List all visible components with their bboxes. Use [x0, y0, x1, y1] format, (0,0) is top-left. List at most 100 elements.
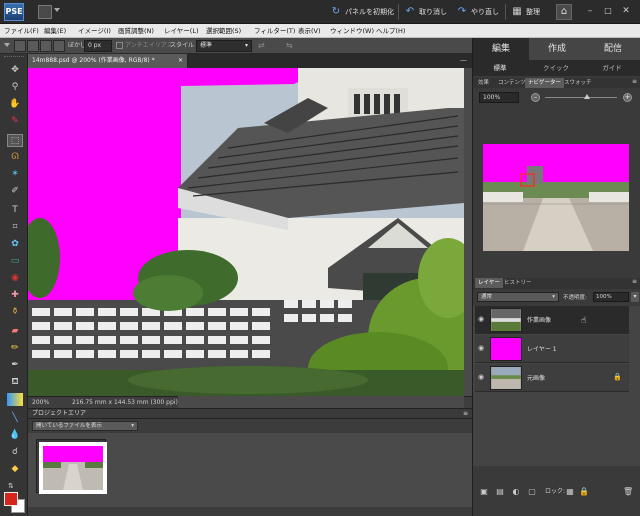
tab-history[interactable]: ヒストリー [501, 278, 535, 288]
doc-minimize-icon[interactable]: — [460, 56, 470, 66]
blur-tool-icon[interactable]: 💧 [7, 429, 23, 442]
red-eye-tool-icon[interactable]: ◉ [7, 272, 23, 285]
panel-menu-icon[interactable]: ≡ [463, 409, 468, 419]
menu-layer[interactable]: レイヤー(L) [164, 24, 199, 38]
lock-transparency-icon[interactable]: ▦ [565, 487, 575, 497]
crop-tool-icon[interactable]: ⌗ [7, 221, 23, 234]
layer-row-1[interactable]: ◉ レイヤー 1 [475, 335, 629, 363]
smudge-tool-icon[interactable]: ◆ [7, 463, 23, 476]
new-group-icon[interactable]: ▤ [495, 487, 505, 497]
panel-menu-icon[interactable]: ≡ [632, 78, 637, 85]
zoom-out-icon[interactable]: – [531, 93, 540, 102]
new-layer-icon[interactable]: ▣ [479, 487, 489, 497]
blend-mode-select[interactable]: 通常 ▾ [477, 292, 559, 302]
menu-help[interactable]: ヘルプ(H) [376, 24, 405, 38]
new-selection-icon[interactable] [14, 40, 26, 52]
home-icon[interactable]: ⌂ [556, 4, 572, 20]
style-select[interactable]: 標準 ▾ [196, 40, 252, 52]
marquee-tool-icon[interactable]: ⬚ [7, 134, 23, 147]
straighten-tool-icon[interactable]: ▭ [7, 255, 23, 268]
layer-row-original[interactable]: ◉ 元画像 🔒 [475, 364, 629, 392]
navigator-zoom-input[interactable]: 100% [479, 92, 519, 103]
tab-guided-edit[interactable]: ガイド [585, 61, 639, 75]
workspace-switcher-icon[interactable] [38, 5, 52, 19]
tab-content[interactable]: コンテンツ [495, 78, 529, 88]
adjustment-layer-icon[interactable]: ◐ [511, 487, 521, 497]
trash-icon[interactable]: 🗑 [623, 487, 633, 497]
slider-thumb[interactable] [584, 94, 590, 99]
organize-button[interactable]: ▦ 整理 [511, 4, 540, 20]
visibility-eye-icon[interactable]: ◉ [478, 344, 486, 352]
navigator-preview[interactable] [483, 144, 629, 251]
intersect-selection-icon[interactable] [53, 40, 65, 52]
tab-share[interactable]: 配信 [585, 38, 640, 60]
project-thumbnail[interactable] [36, 439, 107, 494]
layer-mask-icon[interactable]: ▢ [527, 487, 537, 497]
shape-tool-icon[interactable]: ╲ [7, 412, 23, 425]
menu-edit[interactable]: 編集(E) [44, 24, 66, 38]
tab-quick-fix[interactable]: クイック [529, 61, 583, 75]
document-canvas[interactable] [28, 68, 464, 396]
tab-swatches[interactable]: スウォッチ [561, 78, 595, 88]
horizontal-scrollbar[interactable] [178, 396, 464, 408]
swap-icon[interactable]: ⇆ [286, 41, 296, 51]
navigator-zoom-slider[interactable] [545, 97, 617, 98]
menu-filter[interactable]: フィルター(T) [254, 24, 295, 38]
swap-colors-icon[interactable]: ⇅ [8, 482, 16, 490]
type-tool-icon[interactable]: T [7, 204, 23, 217]
gradient-tool-icon[interactable] [7, 393, 23, 406]
menu-window[interactable]: ウィンドウ(W) [330, 24, 374, 38]
tab-effects[interactable]: 効果 [475, 78, 492, 88]
menu-file[interactable]: ファイル(F) [4, 24, 39, 38]
zoom-level[interactable]: 200% [32, 397, 49, 408]
sponge-tool-icon[interactable]: ☌ [7, 446, 23, 459]
maximize-icon[interactable]: □ [602, 5, 614, 17]
undo-button[interactable]: ↶ 取り消し [404, 4, 447, 20]
clone-stamp-tool-icon[interactable]: ⚱ [7, 306, 23, 319]
project-filter-select[interactable]: 開いているファイルを表示 ▾ [32, 421, 138, 431]
hand-tool-icon[interactable]: ✋ [7, 98, 23, 111]
antialias-checkbox[interactable] [116, 42, 123, 49]
close-tab-icon[interactable]: ✕ [178, 54, 183, 68]
layer-row-work[interactable]: ◉ 作業画像 ☝ [475, 306, 629, 334]
chevron-down-icon[interactable]: ▾ [631, 292, 639, 302]
menu-select[interactable]: 選択範囲(S) [206, 24, 241, 38]
add-selection-icon[interactable] [27, 40, 39, 52]
document-tab[interactable]: 14m888.psd @ 200% (作業画像, RGB/8) * ✕ [28, 54, 188, 68]
tool-preset-chevron-icon[interactable] [4, 43, 10, 47]
paint-bucket-tool-icon[interactable]: ⛾ [7, 376, 23, 389]
visibility-eye-icon[interactable]: ◉ [478, 373, 486, 381]
subtract-selection-icon[interactable] [40, 40, 52, 52]
vertical-scrollbar[interactable] [464, 68, 472, 396]
menu-enhance[interactable]: 画質調整(N) [118, 24, 154, 38]
tab-layers[interactable]: レイヤー [475, 278, 503, 288]
opacity-input[interactable]: 100% [593, 292, 629, 302]
visibility-eye-icon[interactable]: ◉ [478, 315, 486, 323]
menu-image[interactable]: イメージ(I) [78, 24, 111, 38]
reset-panels-button[interactable]: ↻ パネルを初期化 [330, 4, 394, 20]
cookie-cutter-tool-icon[interactable]: ✿ [7, 238, 23, 251]
close-icon[interactable]: ✕ [620, 5, 632, 17]
zoom-tool-icon[interactable]: ⚲ [7, 81, 23, 94]
feather-input[interactable]: 0 px [84, 40, 112, 52]
eraser-tool-icon[interactable]: ▰ [7, 325, 23, 338]
chevron-down-icon[interactable] [54, 8, 60, 12]
lock-all-icon[interactable]: 🔒 [579, 487, 589, 497]
foreground-color-swatch[interactable] [4, 492, 18, 506]
pencil-tool-icon[interactable]: ✏ [7, 342, 23, 355]
move-tool-icon[interactable]: ✥ [7, 64, 23, 77]
tab-create[interactable]: 作成 [529, 38, 585, 60]
tab-navigator[interactable]: ナビゲーター [525, 78, 565, 88]
brush-tool-icon[interactable]: ✒ [7, 359, 23, 372]
zoom-in-icon[interactable]: + [623, 93, 632, 102]
lock-ratio-icon[interactable]: ⇄ [258, 41, 268, 51]
magic-wand-tool-icon[interactable]: ✶ [7, 168, 23, 181]
healing-brush-tool-icon[interactable]: ✚ [7, 289, 23, 302]
minimize-icon[interactable]: – [584, 5, 596, 17]
lasso-tool-icon[interactable]: ᘏ [7, 151, 23, 164]
redo-button[interactable]: ↷ やり直し [456, 4, 499, 20]
eyedropper-tool-icon[interactable]: ✎ [7, 115, 23, 128]
panel-menu-icon[interactable]: ≡ [632, 278, 637, 285]
toolbox-grip[interactable] [4, 56, 24, 59]
menu-view[interactable]: 表示(V) [298, 24, 321, 38]
